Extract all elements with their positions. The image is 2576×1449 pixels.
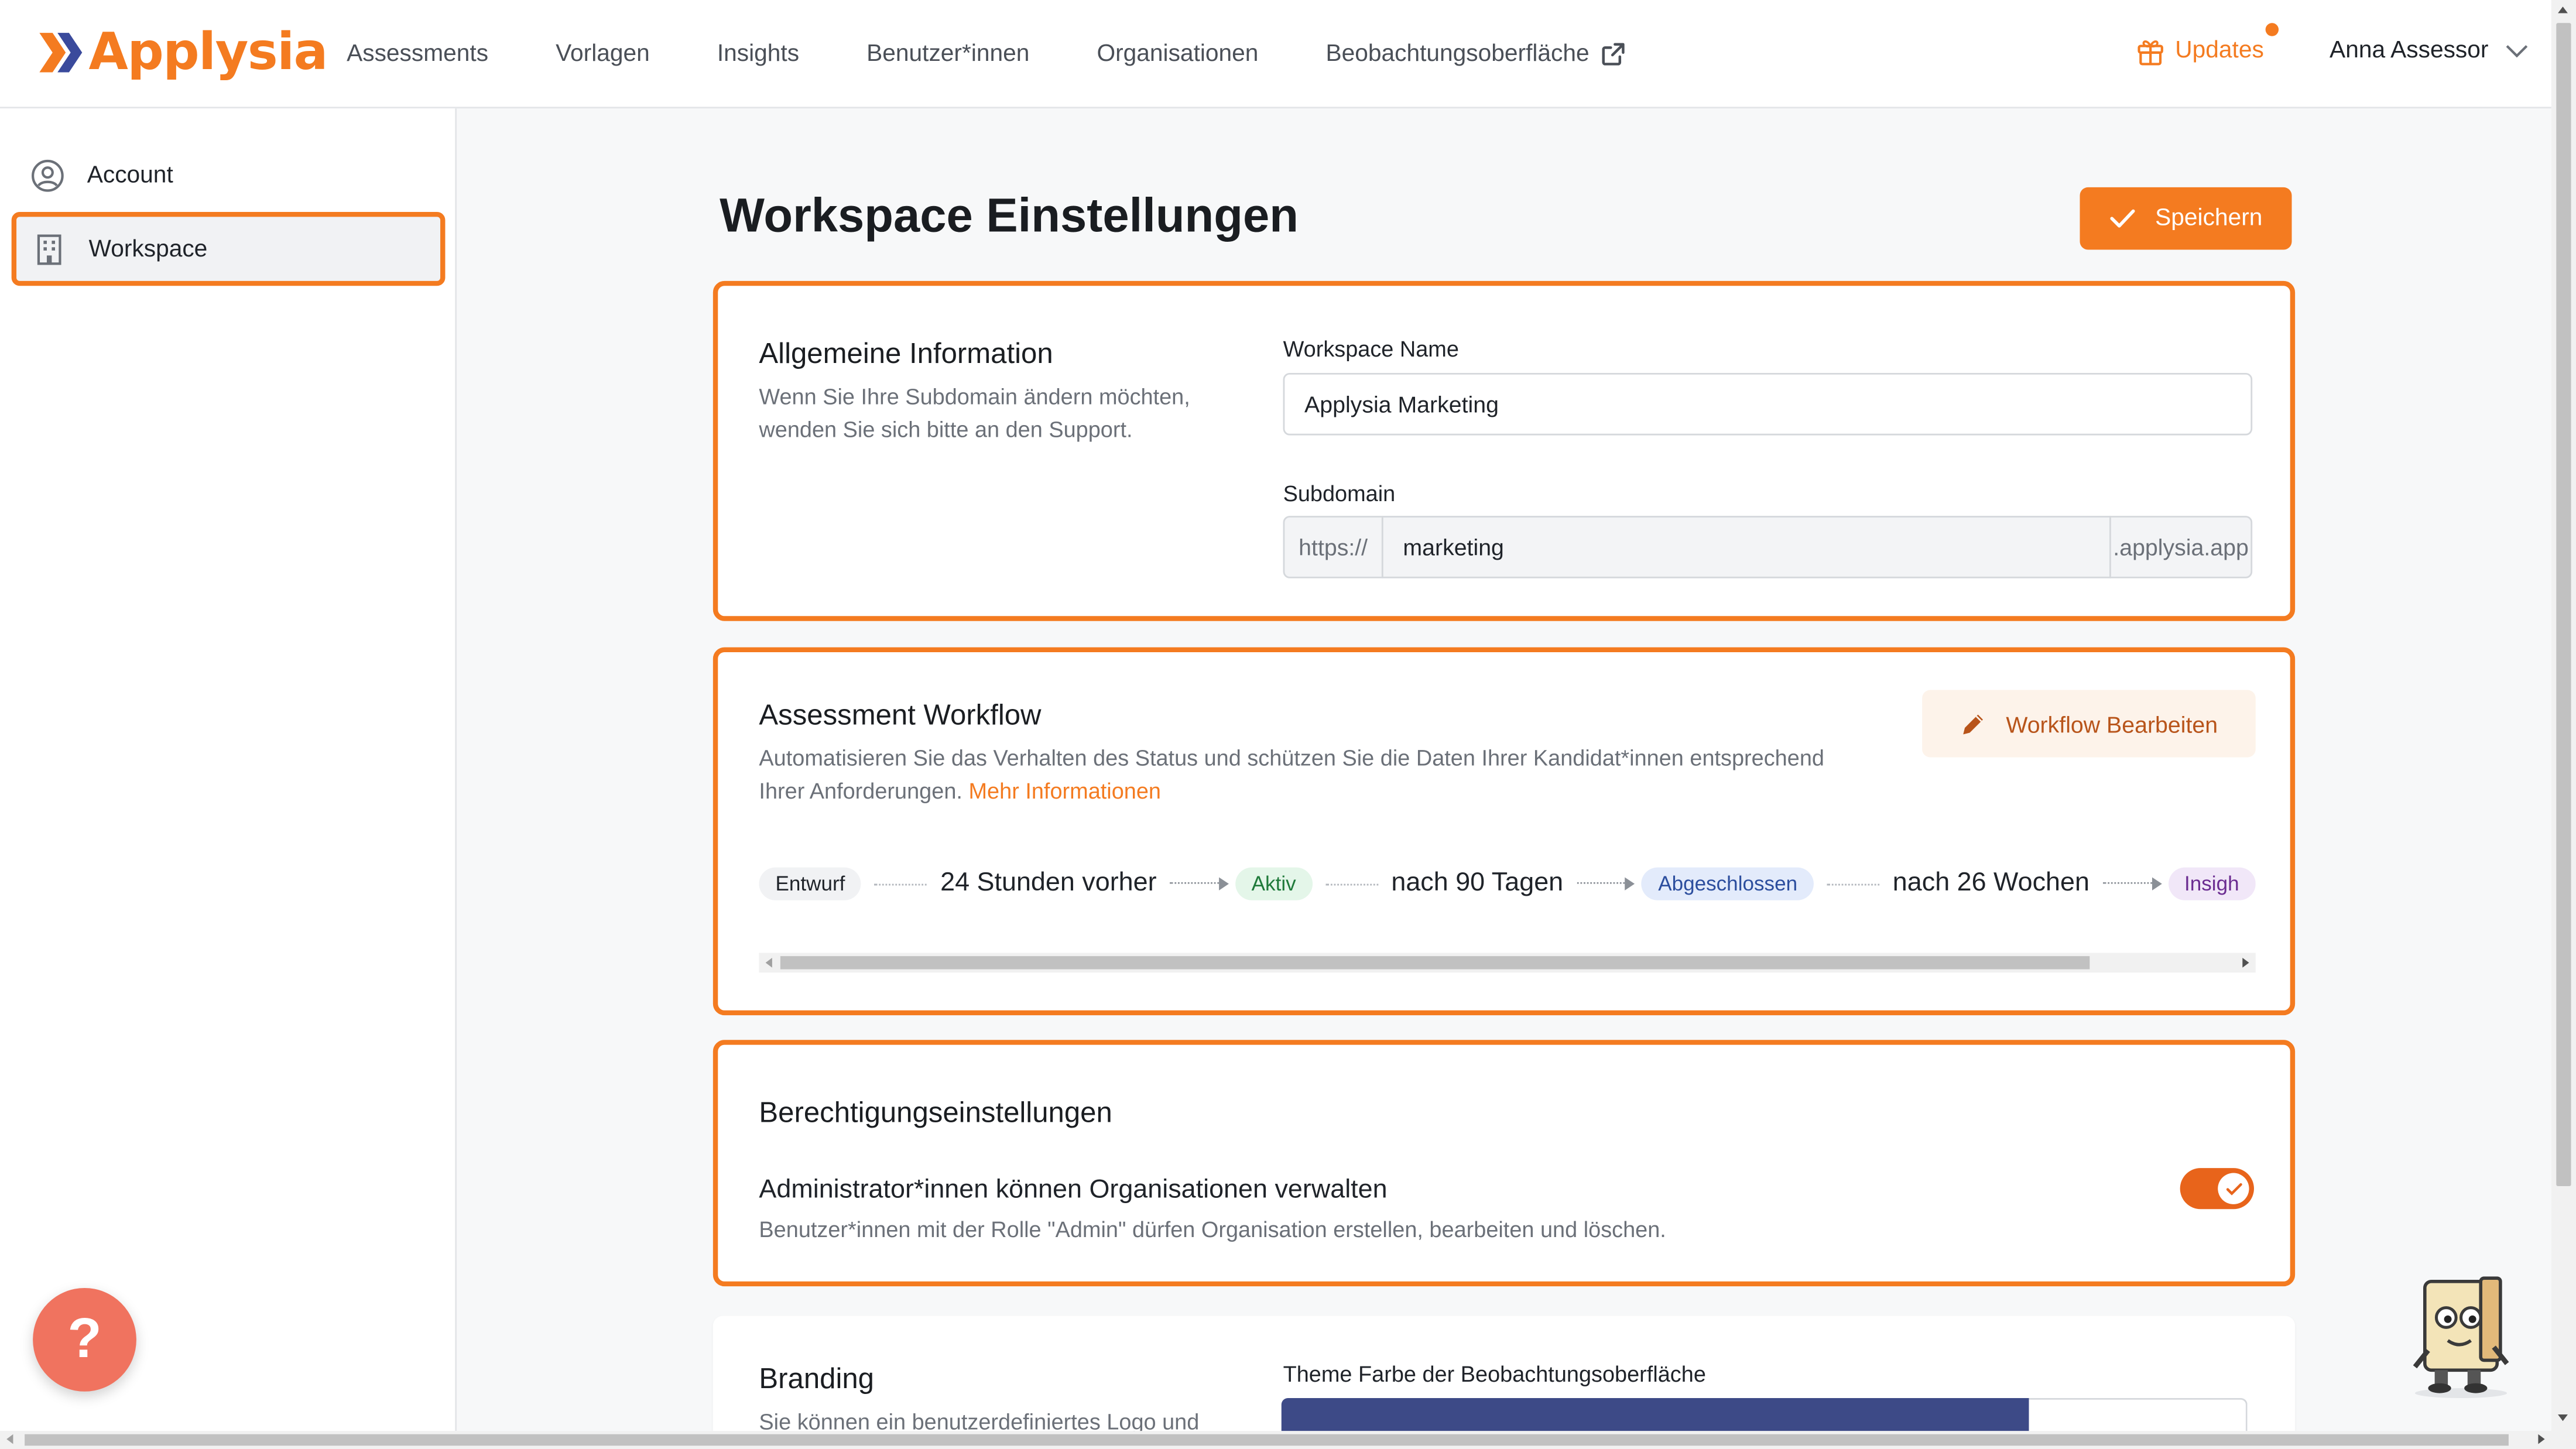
- scroll-left-arrow-icon[interactable]: [765, 957, 772, 968]
- flow-arrow-icon: [1576, 877, 1635, 890]
- mascot-assistant-icon[interactable]: [2402, 1268, 2520, 1399]
- flow-arrow-icon: [2102, 877, 2161, 890]
- main-nav: Assessments Vorlagen Insights Benutzer*i…: [347, 0, 1693, 108]
- branding-card: Branding Sie können ein benutzerdefinier…: [712, 1316, 2296, 1449]
- help-button[interactable]: ?: [33, 1287, 136, 1392]
- workspace-name-input[interactable]: Applysia Marketing: [1283, 372, 2253, 436]
- section-title: Berechtigungseinstellungen: [759, 1095, 1112, 1129]
- nav-beobachtungsoberflaeche[interactable]: Beobachtungsoberfläche: [1325, 41, 1625, 67]
- general-information-card: Allgemeine Information Wenn Sie Ihre Sub…: [712, 280, 2296, 621]
- flow-connector: [874, 883, 927, 885]
- section-description-line: wenden Sie sich bitte an den Support.: [759, 417, 1133, 442]
- toggle-knob: [2218, 1173, 2249, 1204]
- workflow-horizontal-scrollbar[interactable]: [759, 953, 2256, 973]
- section-description-line: Automatisieren Sie das Verhalten des Sta…: [759, 745, 1824, 771]
- status-badge-draft: Entwurf: [759, 867, 862, 900]
- external-link-icon: [1602, 43, 1625, 66]
- setting-description: Benutzer*innen mit der Rolle "Admin" dür…: [759, 1217, 1666, 1242]
- scroll-left-arrow-icon[interactable]: [6, 1434, 13, 1444]
- subdomain-input[interactable]: marketing: [1381, 516, 2111, 578]
- setting-title: Administrator*innen können Organisatione…: [759, 1176, 1388, 1204]
- page-vertical-scrollbar[interactable]: [2551, 0, 2576, 1431]
- edit-workflow-label: Workflow Bearbeiten: [2006, 710, 2218, 737]
- assessment-workflow-card: Assessment Workflow Automatisieren Sie d…: [712, 647, 2296, 1016]
- transition-label: nach 90 Tagen: [1391, 869, 1564, 898]
- sidebar-item-workspace[interactable]: Workspace: [11, 211, 446, 286]
- scrollbar-thumb[interactable]: [780, 956, 2090, 970]
- edit-workflow-button[interactable]: Workflow Bearbeiten: [1922, 690, 2256, 758]
- theme-color-label: Theme Farbe der Beobachtungsoberfläche: [1283, 1362, 1706, 1387]
- updates-button[interactable]: Updates: [2136, 23, 2279, 66]
- updates-label: Updates: [2175, 37, 2264, 64]
- workflow-diagram: Entwurf 24 Stunden vorher Aktiv nach 90 …: [759, 852, 2256, 915]
- scroll-right-arrow-icon[interactable]: [2538, 1434, 2545, 1444]
- subdomain-label: Subdomain: [1283, 481, 1396, 506]
- section-title: Assessment Workflow: [759, 698, 1042, 731]
- applysia-logo[interactable]: Applysia: [39, 23, 328, 83]
- status-badge-insights: Insigh: [2167, 867, 2256, 900]
- sidebar-item-label: Workspace: [88, 235, 208, 262]
- top-navigation-bar: Applysia Assessments Vorlagen Insights B…: [0, 0, 2551, 109]
- scroll-down-arrow-icon[interactable]: [2558, 1414, 2568, 1421]
- settings-sidebar: Account Workspace: [0, 108, 457, 1431]
- nav-assessments[interactable]: Assessments: [347, 41, 488, 67]
- status-badge-completed: Abgeschlossen: [1642, 867, 1814, 900]
- subdomain-prefix: https://: [1283, 516, 1383, 578]
- transition-label: nach 26 Wochen: [1892, 869, 2089, 898]
- scroll-right-arrow-icon[interactable]: [2242, 957, 2249, 968]
- section-description-line-2: Ihrer Anforderungen. Mehr Informationen: [759, 775, 1892, 808]
- transition-label: 24 Stunden vorher: [940, 869, 1157, 898]
- flow-connector: [1325, 883, 1378, 885]
- pencil-icon: [1963, 714, 1984, 734]
- nav-insights[interactable]: Insights: [717, 41, 799, 67]
- manage-organisations-toggle[interactable]: [2180, 1168, 2254, 1210]
- nav-benutzer[interactable]: Benutzer*innen: [866, 41, 1029, 67]
- workspace-name-label: Workspace Name: [1283, 337, 1459, 362]
- sidebar-item-label: Account: [87, 162, 173, 189]
- scrollbar-thumb[interactable]: [2556, 23, 2571, 1187]
- nav-beobachtungsoberflaeche-label: Beobachtungsoberfläche: [1325, 41, 1590, 68]
- flow-connector: [1827, 883, 1880, 885]
- gift-icon: [2137, 40, 2163, 66]
- save-button[interactable]: Speichern: [2080, 187, 2292, 250]
- status-badge-active: Aktiv: [1235, 867, 1313, 900]
- subdomain-suffix: .applysia.app: [2109, 516, 2253, 578]
- user-menu[interactable]: Anna Assessor: [2330, 38, 2528, 64]
- chevron-down-icon: [2505, 44, 2527, 57]
- logo-chevrons-icon: [39, 33, 83, 73]
- user-circle-icon: [32, 159, 64, 192]
- page-horizontal-scrollbar[interactable]: [0, 1431, 2576, 1449]
- nav-vorlagen[interactable]: Vorlagen: [556, 41, 650, 67]
- page-title: Workspace Einstellungen: [720, 190, 1299, 244]
- scroll-up-arrow-icon[interactable]: [2558, 6, 2568, 13]
- workspace-name-value: Applysia Marketing: [1304, 390, 1499, 417]
- check-icon: [2109, 209, 2135, 228]
- section-description-text: Ihrer Anforderungen.: [759, 779, 962, 804]
- building-icon: [37, 234, 61, 265]
- save-button-label: Speichern: [2155, 205, 2263, 232]
- brand-name: Applysia: [88, 23, 328, 83]
- subdomain-value: marketing: [1403, 533, 1504, 560]
- flow-arrow-icon: [1170, 877, 1228, 890]
- section-description: Wenn Sie Ihre Subdomain ändern möchten, …: [759, 381, 1190, 447]
- permissions-card: Berechtigungseinstellungen Administrator…: [712, 1040, 2296, 1287]
- section-title: Branding: [759, 1362, 875, 1395]
- section-description: Automatisieren Sie das Verhalten des Sta…: [759, 742, 1892, 808]
- more-information-link[interactable]: Mehr Informationen: [969, 779, 1161, 803]
- user-name: Anna Assessor: [2330, 37, 2489, 64]
- section-description-line: Wenn Sie Ihre Subdomain ändern möchten,: [759, 384, 1190, 409]
- sidebar-item-account[interactable]: Account: [15, 141, 442, 210]
- scrollbar-thumb[interactable]: [25, 1434, 2509, 1446]
- nav-organisationen[interactable]: Organisationen: [1097, 41, 1258, 67]
- check-icon: [2225, 1182, 2242, 1195]
- updates-notification-dot: [2265, 23, 2279, 36]
- section-title: Allgemeine Information: [759, 337, 1053, 370]
